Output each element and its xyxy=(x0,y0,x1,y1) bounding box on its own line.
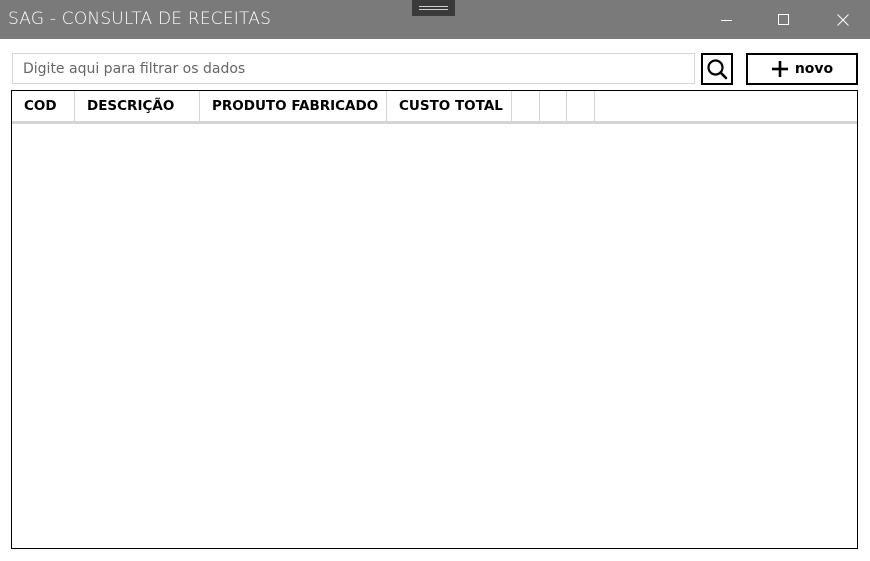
column-header-action-2[interactable] xyxy=(540,91,567,121)
close-button[interactable] xyxy=(818,0,868,39)
search-icon xyxy=(707,59,728,80)
new-button[interactable]: novo xyxy=(746,53,858,85)
column-header-action-3[interactable] xyxy=(567,91,595,121)
maximize-button[interactable] xyxy=(759,0,809,39)
new-button-label: novo xyxy=(794,61,834,77)
close-icon xyxy=(837,13,849,26)
recipes-table[interactable]: COD DESCRIÇÃO PRODUTO FABRICADO CUSTO TO… xyxy=(11,90,858,549)
title-bar[interactable]: SAG - CONSULTA DE RECEITAS xyxy=(0,0,870,39)
minimize-icon xyxy=(721,19,732,21)
maximize-icon xyxy=(778,13,789,25)
table-header: COD DESCRIÇÃO PRODUTO FABRICADO CUSTO TO… xyxy=(12,91,857,124)
column-header-produto-fabricado[interactable]: PRODUTO FABRICADO xyxy=(200,91,387,121)
column-header-action-1[interactable] xyxy=(512,91,540,121)
minimize-button[interactable] xyxy=(702,0,752,39)
column-header-cod[interactable]: COD xyxy=(12,91,75,121)
window-title: SAG - CONSULTA DE RECEITAS xyxy=(8,9,272,29)
search-input[interactable] xyxy=(12,53,695,84)
drag-handle[interactable] xyxy=(412,0,455,16)
column-header-custo-total[interactable]: CUSTO TOTAL xyxy=(387,91,512,121)
plus-icon xyxy=(771,61,788,77)
column-header-descricao[interactable]: DESCRIÇÃO xyxy=(75,91,200,121)
search-button[interactable] xyxy=(701,53,733,85)
